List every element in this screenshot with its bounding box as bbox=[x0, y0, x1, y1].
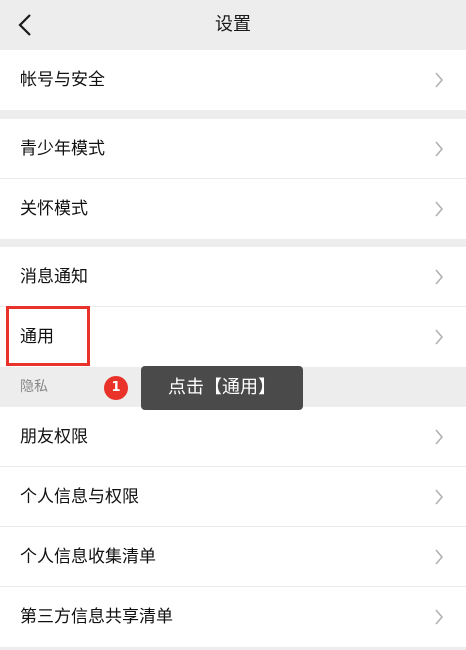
settings-item-label: 第三方信息共享清单 bbox=[20, 607, 173, 627]
settings-item-label: 个人信息与权限 bbox=[20, 487, 139, 507]
settings-item-third-party-sharing[interactable]: 第三方信息共享清单 bbox=[0, 587, 466, 647]
settings-item-account-security[interactable]: 帐号与安全 bbox=[0, 50, 466, 110]
settings-group-privacy: 朋友权限 个人信息与权限 个人信息收集清单 第三方信息共享清单 bbox=[0, 407, 466, 647]
settings-item-notifications[interactable]: 消息通知 bbox=[0, 247, 466, 307]
settings-item-label: 消息通知 bbox=[20, 267, 88, 287]
back-button[interactable] bbox=[14, 12, 38, 38]
chevron-right-icon bbox=[435, 329, 444, 345]
settings-item-label: 朋友权限 bbox=[20, 427, 88, 447]
instruction-tooltip: 点击【通用】 bbox=[141, 366, 303, 410]
chevron-right-icon bbox=[435, 609, 444, 625]
step-badge: 1 bbox=[104, 376, 128, 400]
settings-item-label: 个人信息收集清单 bbox=[20, 547, 156, 567]
settings-item-label: 关怀模式 bbox=[20, 199, 88, 219]
chevron-right-icon bbox=[435, 549, 444, 565]
settings-item-personal-info-collection[interactable]: 个人信息收集清单 bbox=[0, 527, 466, 587]
settings-group-account: 帐号与安全 bbox=[0, 50, 466, 110]
settings-item-care-mode[interactable]: 关怀模式 bbox=[0, 179, 466, 239]
highlight-box bbox=[6, 306, 90, 366]
settings-item-friend-permissions[interactable]: 朋友权限 bbox=[0, 407, 466, 467]
settings-item-label: 青少年模式 bbox=[20, 139, 105, 159]
top-bar: 设置 bbox=[0, 0, 466, 50]
chevron-right-icon bbox=[435, 269, 444, 285]
chevron-right-icon bbox=[435, 141, 444, 157]
section-header-label: 隐私 bbox=[20, 379, 48, 395]
chevron-right-icon bbox=[435, 72, 444, 88]
settings-group-modes: 青少年模式 关怀模式 bbox=[0, 119, 466, 239]
chevron-right-icon bbox=[435, 429, 444, 445]
settings-item-label: 帐号与安全 bbox=[20, 70, 105, 90]
page-title: 设置 bbox=[215, 14, 251, 35]
settings-item-teen-mode[interactable]: 青少年模式 bbox=[0, 119, 466, 179]
chevron-left-icon bbox=[18, 14, 31, 36]
chevron-right-icon bbox=[435, 489, 444, 505]
settings-item-personal-info-permissions[interactable]: 个人信息与权限 bbox=[0, 467, 466, 527]
chevron-right-icon bbox=[435, 201, 444, 217]
